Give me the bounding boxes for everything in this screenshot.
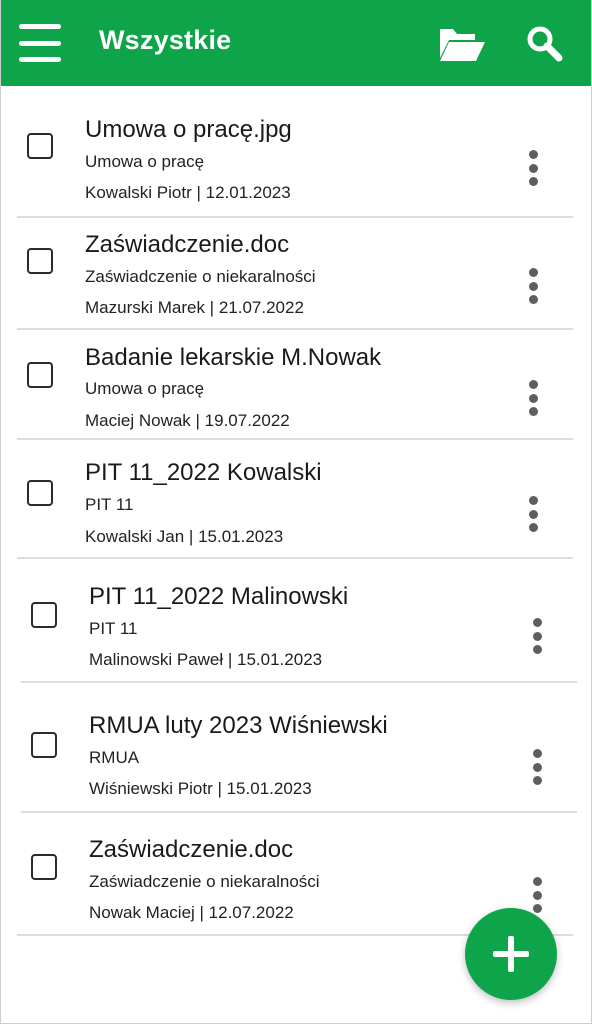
- page-title: Wszystkie: [99, 25, 232, 55]
- document-title: Badanie lekarskie M.Nowak: [85, 344, 382, 371]
- more-options-icon[interactable]: [523, 264, 543, 308]
- document-row[interactable]: Badanie lekarskie M.Nowak Umowa o pracę …: [17, 330, 573, 440]
- document-type: Umowa o pracę: [85, 152, 205, 171]
- kebab-dot: [532, 645, 542, 654]
- document-type: Zaświadczenie o niekaralności: [89, 872, 320, 891]
- document-row[interactable]: Zaświadczenie.doc Zaświadczenie o niekar…: [17, 218, 573, 330]
- menu-line: [19, 24, 61, 29]
- document-title: Zaświadczenie.doc: [85, 231, 290, 258]
- document-type: PIT 11: [85, 495, 134, 514]
- kebab-dot: [532, 631, 542, 641]
- document-type: Umowa o pracę: [85, 379, 205, 398]
- row-checkbox[interactable]: [31, 732, 57, 758]
- kebab-dot: [532, 776, 542, 785]
- document-type: PIT 11: [89, 619, 138, 638]
- add-document-button[interactable]: [465, 908, 557, 1000]
- document-meta: Malinowski Paweł | 15.01.2023: [89, 650, 323, 669]
- menu-line: [19, 57, 61, 62]
- kebab-dot: [528, 295, 538, 304]
- document-meta: Nowak Maciej | 12.07.2022: [89, 903, 294, 922]
- kebab-dot: [528, 407, 538, 416]
- document-row[interactable]: Umowa o pracę.jpg Umowa o pracę Kowalski…: [17, 86, 573, 218]
- kebab-dot: [532, 890, 542, 900]
- more-options-icon[interactable]: [523, 376, 543, 420]
- row-checkbox[interactable]: [27, 248, 53, 274]
- kebab-dot: [528, 281, 538, 291]
- document-row[interactable]: PIT 11_2022 Malinowski PIT 11 Malinowski…: [21, 559, 577, 683]
- document-type: RMUA: [89, 748, 140, 767]
- kebab-dot: [528, 380, 538, 389]
- kebab-dot: [532, 749, 542, 758]
- document-meta: Wiśniewski Piotr | 15.01.2023: [89, 779, 312, 798]
- more-options-icon[interactable]: [523, 146, 543, 190]
- more-options-icon[interactable]: [527, 745, 547, 789]
- more-options-icon[interactable]: [523, 492, 543, 536]
- plus-icon-vertical: [508, 936, 514, 972]
- row-checkbox[interactable]: [31, 854, 57, 880]
- kebab-dot: [528, 163, 538, 173]
- row-checkbox[interactable]: [31, 602, 57, 628]
- kebab-dot: [532, 762, 542, 772]
- menu-line: [19, 40, 61, 46]
- document-row[interactable]: PIT 11_2022 Kowalski PIT 11 Kowalski Jan…: [17, 440, 573, 559]
- search-icon[interactable]: [525, 24, 565, 64]
- kebab-dot: [532, 877, 542, 886]
- document-row[interactable]: RMUA luty 2023 Wiśniewski RMUA Wiśniewsk…: [21, 683, 577, 813]
- document-meta: Mazurski Marek | 21.07.2022: [85, 298, 304, 317]
- app-bar: Wszystkie: [1, 0, 591, 86]
- kebab-dot: [528, 177, 538, 186]
- document-type: Zaświadczenie o niekaralności: [85, 267, 316, 286]
- app-window: Wszystkie Umowa o pracę.jpg Umowa o prac…: [0, 0, 592, 1024]
- kebab-dot: [528, 509, 538, 519]
- more-options-icon[interactable]: [527, 873, 547, 917]
- document-meta: Kowalski Piotr | 12.01.2023: [85, 183, 291, 202]
- row-checkbox[interactable]: [27, 362, 53, 388]
- document-meta: Maciej Nowak | 19.07.2022: [85, 411, 290, 430]
- kebab-dot: [532, 904, 542, 913]
- kebab-dot: [528, 150, 538, 159]
- document-title: RMUA luty 2023 Wiśniewski: [89, 712, 388, 739]
- kebab-dot: [528, 496, 538, 505]
- document-meta: Kowalski Jan | 15.01.2023: [85, 527, 284, 546]
- document-title: PIT 11_2022 Malinowski: [89, 583, 349, 610]
- document-title: PIT 11_2022 Kowalski: [85, 459, 322, 486]
- kebab-dot: [528, 523, 538, 532]
- hamburger-menu-icon[interactable]: [19, 24, 61, 62]
- open-folder-icon[interactable]: [437, 24, 487, 64]
- kebab-dot: [528, 393, 538, 403]
- more-options-icon[interactable]: [527, 614, 547, 658]
- row-checkbox[interactable]: [27, 133, 53, 159]
- document-title: Umowa o pracę.jpg: [85, 116, 292, 143]
- row-checkbox[interactable]: [27, 480, 53, 506]
- document-title: Zaświadczenie.doc: [89, 836, 294, 863]
- kebab-dot: [528, 268, 538, 277]
- kebab-dot: [532, 618, 542, 627]
